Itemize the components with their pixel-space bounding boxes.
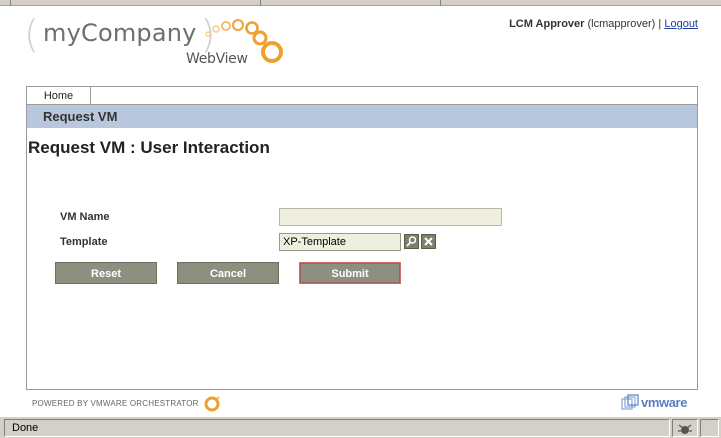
company-logo: (myCompany) WebView: [24, 12, 304, 72]
user-username: (lcmapprover): [587, 18, 656, 30]
panel-title: Request VM: [27, 105, 697, 128]
security-zone-icon: [678, 424, 692, 434]
status-resize-cell: [700, 419, 719, 437]
template-search-button[interactable]: [404, 234, 419, 249]
vmware-wordmark: vmware: [641, 395, 688, 410]
submit-button[interactable]: Submit: [299, 262, 401, 284]
logout-link[interactable]: Logout: [664, 18, 698, 30]
user-bar: LCM Approver (lcmapprover) | Logout: [509, 18, 698, 30]
page-title: Request VM : User Interaction: [28, 138, 270, 157]
logo-rings-icon: [205, 18, 283, 63]
close-icon: [424, 237, 433, 246]
user-separator: |: [658, 18, 662, 30]
orchestrator-logo-icon: [204, 396, 220, 412]
powered-by-text: POWERED BY VMWARE ORCHESTRATOR: [32, 399, 199, 408]
vm-name-input[interactable]: [279, 208, 502, 226]
template-label: Template: [60, 236, 108, 248]
tab-home[interactable]: Home: [27, 87, 91, 105]
status-text: Done: [4, 419, 670, 437]
vm-name-label: VM Name: [60, 211, 110, 223]
tab-strip: Home: [27, 87, 697, 105]
vmware-box-icon: [621, 394, 639, 410]
vmware-logo: vmware: [621, 394, 697, 412]
status-bar: Done: [0, 416, 721, 438]
template-clear-button[interactable]: [421, 234, 436, 249]
logo-brand: myCompany: [43, 19, 197, 47]
reset-button[interactable]: Reset: [55, 262, 157, 284]
search-icon: [406, 236, 417, 247]
cancel-button[interactable]: Cancel: [177, 262, 279, 284]
user-name: LCM Approver: [509, 18, 585, 30]
template-field[interactable]: XP-Template: [279, 233, 401, 251]
window-top-edge: [0, 0, 721, 6]
